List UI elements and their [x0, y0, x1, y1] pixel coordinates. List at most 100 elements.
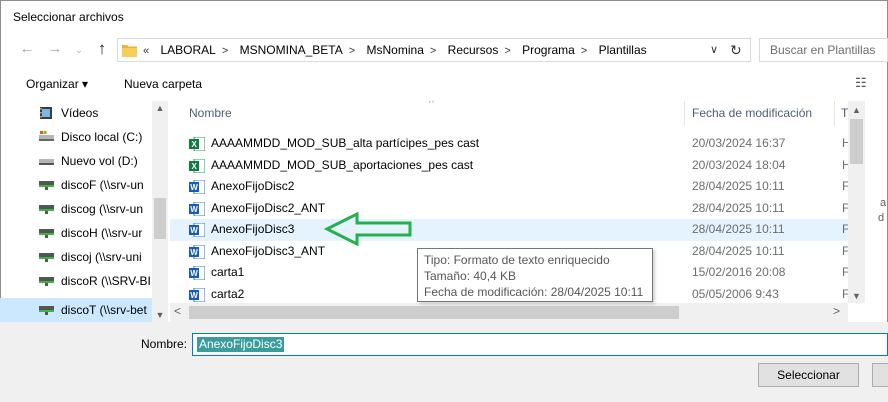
chevron-right-icon[interactable]: >: [504, 40, 510, 62]
sidebar-item-discot[interactable]: discoT (\\srv-bet: [0, 298, 152, 322]
select-button[interactable]: Seleccionar: [758, 363, 859, 387]
local-drive-icon: [39, 131, 54, 141]
file-row[interactable]: W AnexoFijoDisc2 28/04/2025 10:11 F: [170, 176, 848, 198]
sidebar-item-label: discoF (\\srv-un: [61, 178, 144, 192]
column-divider[interactable]: [684, 101, 685, 126]
chevron-down-icon: ⌄: [75, 45, 83, 55]
word-file-icon: W: [189, 287, 205, 302]
scroll-down-icon[interactable]: ▼: [152, 310, 168, 320]
address-history-icon[interactable]: ∨: [710, 39, 718, 61]
scroll-right-icon[interactable]: >: [833, 304, 840, 318]
up-button[interactable]: ↑: [93, 40, 111, 58]
cancel-button-partial[interactable]: [872, 363, 888, 387]
svg-text:W: W: [190, 183, 198, 192]
network-drive-icon: [39, 306, 54, 315]
sidebar-item-discoh[interactable]: discoH (\\srv-ur: [0, 221, 152, 245]
scrollbar-thumb[interactable]: [189, 306, 679, 319]
svg-text:W: W: [190, 226, 198, 235]
file-date: 28/04/2025 10:11: [692, 179, 785, 193]
file-date: 20/03/2024 16:37: [692, 136, 786, 150]
navigation-pane: Vídeos Disco local (C:) Nuevo vol (D:) d…: [0, 101, 168, 322]
back-button[interactable]: ←: [18, 40, 36, 58]
sidebar-item-discog[interactable]: discog (\\srv-un: [0, 197, 152, 221]
sidebar-item-videos[interactable]: Vídeos: [0, 101, 152, 125]
filename-input[interactable]: AnexoFijoDisc3: [192, 333, 888, 356]
file-date: 20/03/2024 18:04: [692, 157, 786, 172]
word-file-icon: W: [189, 223, 205, 237]
chevron-right-icon[interactable]: >: [430, 40, 436, 62]
folder-icon: [122, 45, 137, 57]
breadcrumb-item-msnomina[interactable]: MsNomina: [367, 39, 424, 61]
sidebar-item-label: Disco local (C:): [61, 130, 143, 144]
scrollbar-thumb[interactable]: [850, 119, 863, 164]
file-row-hovered[interactable]: W AnexoFijoDisc3 28/04/2025 10:11 F: [170, 219, 848, 241]
excel-file-icon: X: [189, 158, 205, 173]
sidebar-item-label: discoT (\\srv-bet: [61, 303, 147, 317]
refresh-icon[interactable]: ↻: [730, 39, 742, 61]
sidebar-item-local-disk-c[interactable]: Disco local (C:): [0, 125, 152, 149]
organize-button[interactable]: Organizar ▾: [26, 77, 88, 91]
word-file-icon: W: [189, 244, 205, 259]
svg-text:W: W: [190, 291, 198, 300]
recent-locations-button[interactable]: ⌄: [70, 41, 88, 59]
video-folder-icon: [40, 107, 52, 119]
breadcrumb-overflow[interactable]: «: [143, 40, 149, 62]
sidebar-item-discor[interactable]: discoR (\\SRV-BI: [0, 269, 152, 293]
file-date: 28/04/2025 10:11: [692, 222, 785, 236]
sidebar-item-label: Nuevo vol (D:): [61, 154, 138, 168]
file-row[interactable]: X AAAAMMDD_MOD_SUB_aportaciones_pes cast…: [170, 155, 848, 177]
word-file-icon: W: [189, 201, 205, 216]
address-bar[interactable]: « LABORAL > MSNOMINA_BETA > MsNomina > Recu…: [117, 38, 751, 62]
file-row[interactable]: X AAAAMMDD_MOD_SUB_alta partícipes_pes c…: [170, 133, 848, 155]
file-date: 05/05/2006 9:43: [692, 286, 779, 301]
file-list-horizontal-scrollbar[interactable]: < >: [170, 303, 848, 322]
breadcrumb-item-programa[interactable]: Programa: [522, 39, 575, 61]
column-header-name[interactable]: Nombre: [189, 101, 232, 126]
forward-button[interactable]: →: [46, 40, 64, 58]
chevron-right-icon[interactable]: >: [222, 40, 228, 62]
breadcrumb-item-laboral[interactable]: LABORAL: [160, 39, 215, 61]
scroll-up-icon[interactable]: ▲: [152, 103, 168, 113]
tooltip-type: Tipo: Formato de texto enriquecido: [424, 253, 610, 267]
window-title: Seleccionar archivos: [13, 10, 124, 24]
new-folder-button[interactable]: Nueva carpeta: [124, 77, 202, 91]
file-date: 15/02/2016 20:08: [692, 265, 786, 279]
scroll-down-icon[interactable]: ▼: [848, 291, 865, 301]
sidebar-scrollbar[interactable]: ▲ ▼: [152, 101, 168, 322]
breadcrumb: « LABORAL > MSNOMINA_BETA > MsNomina > Recu…: [143, 39, 647, 61]
breadcrumb-item-plantillas[interactable]: Plantillas: [599, 39, 647, 61]
filename-label: Nombre:: [141, 337, 188, 351]
view-options-icon[interactable]: ☷: [855, 75, 867, 91]
sidebar-item-label: discog (\\srv-un: [61, 202, 144, 216]
annotation-arrow-icon: [324, 211, 412, 247]
chevron-right-icon[interactable]: >: [581, 40, 587, 62]
chevron-right-icon[interactable]: >: [349, 40, 355, 62]
column-divider[interactable]: [834, 101, 835, 126]
column-header-date[interactable]: Fecha de modificación: [692, 101, 812, 126]
file-info-tooltip: Tipo: Formato de texto enriquecido Tamañ…: [417, 248, 653, 302]
column-header-type[interactable]: T: [841, 101, 848, 126]
filename-value: AnexoFijoDisc3: [197, 337, 285, 352]
breadcrumb-item-recursos[interactable]: Recursos: [448, 39, 499, 61]
file-name: AnexoFijoDisc2_ANT: [211, 200, 326, 215]
scrollbar-thumb[interactable]: [154, 198, 166, 239]
sidebar-item-new-vol-d[interactable]: Nuevo vol (D:): [0, 149, 152, 173]
svg-text:X: X: [192, 162, 198, 171]
file-row[interactable]: W AnexoFijoDisc2_ANT 28/04/2025 10:11 F: [170, 198, 848, 220]
sidebar-item-discof[interactable]: discoF (\\srv-un: [0, 173, 152, 197]
sidebar-item-label: discoj (\\srv-uni: [61, 250, 142, 264]
word-file-icon: W: [189, 266, 205, 280]
preview-pane-text: a: [880, 197, 887, 209]
arrow-right-icon: →: [47, 40, 63, 57]
search-input[interactable]: [760, 39, 887, 61]
breadcrumb-item-msnomina-beta[interactable]: MSNOMINA_BETA: [240, 39, 343, 61]
file-list-vertical-scrollbar[interactable]: ▲ ▼: [848, 101, 865, 303]
scroll-left-icon[interactable]: <: [174, 304, 181, 318]
preview-pane-text: d: [878, 212, 885, 224]
search-box[interactable]: [759, 38, 888, 62]
file-name: AnexoFijoDisc3_ANT: [211, 243, 326, 258]
sidebar-item-discoj[interactable]: discoj (\\srv-uni: [0, 245, 152, 269]
svg-text:W: W: [190, 205, 198, 214]
file-date: 28/04/2025 10:11: [692, 243, 785, 258]
scroll-up-icon[interactable]: ▲: [848, 105, 865, 115]
